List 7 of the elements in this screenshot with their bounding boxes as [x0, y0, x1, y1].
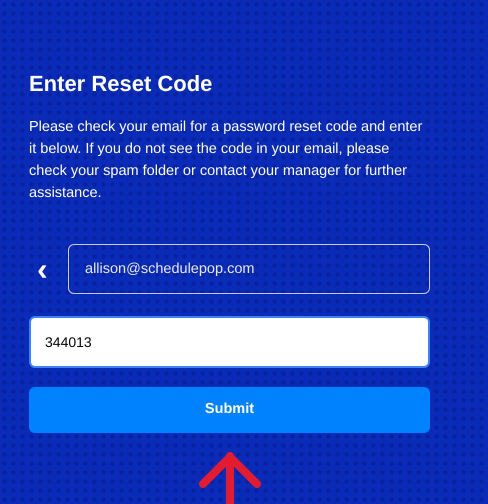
back-button[interactable]: ‹ [29, 253, 68, 285]
arrow-icon [196, 451, 262, 504]
code-field[interactable]: 344013 [29, 316, 430, 368]
email-field[interactable]: allison@schedulepop.com [68, 244, 430, 294]
heading: Enter Reset Code [29, 70, 214, 98]
instructions: Please check your email for a password reset code and enter it below. If you do not see the code in your email, please check your spam folder or contact your manager for further assistance. [29, 118, 424, 203]
submit-button[interactable]: Submit [29, 387, 430, 433]
